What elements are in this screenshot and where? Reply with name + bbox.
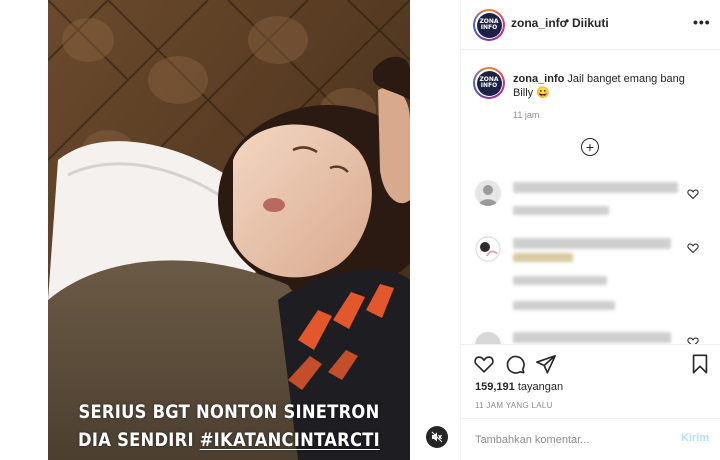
blurred-comment-text (513, 253, 573, 262)
view-count-number: 159,191 (475, 381, 515, 393)
post-header: ZONA INFO zona_info • Diikuti ••• (461, 0, 720, 50)
heart-icon[interactable] (473, 353, 495, 375)
header-separator: • (565, 14, 570, 28)
caption-username[interactable]: zona_info (513, 73, 564, 85)
comment-like-icon[interactable] (687, 188, 699, 200)
comment-like-icon[interactable] (687, 242, 699, 254)
view-count[interactable]: 159,191 tayangan (475, 381, 563, 393)
more-options-icon[interactable]: ••• (693, 14, 711, 30)
instagram-post-view: SERIUS BGT NONTON SINETRON DIA SENDIRI #… (0, 0, 720, 460)
bookmark-icon[interactable] (689, 353, 711, 375)
blurred-comment-meta (513, 206, 609, 215)
user-avatar-icon (478, 185, 498, 206)
paper-plane-icon[interactable] (535, 353, 557, 375)
comment-avatar[interactable] (475, 332, 501, 344)
mute-button[interactable] (426, 426, 448, 448)
blurred-comment-text (513, 332, 671, 343)
video-frame (48, 0, 410, 460)
video-caption: SERIUS BGT NONTON SINETRON DIA SENDIRI #… (73, 398, 384, 454)
blurred-comment-text (513, 238, 671, 249)
blurred-comment-meta (513, 276, 607, 285)
post-video[interactable]: SERIUS BGT NONTON SINETRON DIA SENDIRI #… (48, 0, 410, 460)
comment-input[interactable] (475, 432, 665, 448)
blurred-comment-text (513, 182, 678, 193)
user-avatar-icon (475, 236, 501, 262)
blurred-reply-link (513, 301, 615, 310)
view-count-label: tayangan (517, 381, 564, 393)
comment-avatar[interactable] (475, 236, 501, 262)
load-more-comments-button[interactable]: + (581, 138, 599, 156)
comment-avatar[interactable] (475, 180, 501, 206)
caption-hashtag: #IKATANCINTARCTI (199, 429, 380, 451)
author-username[interactable]: zona_info (511, 16, 567, 30)
comment-bubble-icon[interactable] (504, 353, 526, 375)
comments-section[interactable]: ZONA INFO zona_info Jail banget emang ban… (461, 50, 720, 344)
comment-like-icon[interactable] (687, 336, 699, 344)
speaker-muted-icon (431, 431, 443, 443)
author-avatar[interactable]: ZONA INFO (473, 9, 505, 41)
follow-status-button[interactable]: Diikuti (572, 16, 609, 30)
zona-info-logo: ZONA INFO (476, 12, 502, 38)
post-timestamp[interactable]: 11 JAM YANG LALU (475, 401, 553, 410)
plus-circle-icon: + (585, 139, 595, 155)
post-sidebar: ZONA INFO zona_info • Diikuti ••• ZONA INF… (460, 0, 720, 460)
add-comment-bar: Kirim (461, 418, 720, 460)
caption-timestamp[interactable]: 11 jam (513, 110, 539, 120)
post-actions: 159,191 tayangan 11 JAM YANG LALU (461, 344, 720, 412)
caption-line-2: DIA SENDIRI #IKATANCINTARCTI (73, 426, 384, 454)
caption-author-avatar[interactable]: ZONA INFO (473, 67, 505, 99)
post-caption: zona_info Jail banget emang bang Billy 😀 (513, 72, 693, 100)
zona-info-logo: ZONA INFO (476, 70, 502, 96)
caption-line-1: SERIUS BGT NONTON SINETRON (78, 401, 380, 423)
post-comment-button[interactable]: Kirim (681, 432, 709, 444)
caption-line-2-text: DIA SENDIRI (78, 429, 200, 451)
